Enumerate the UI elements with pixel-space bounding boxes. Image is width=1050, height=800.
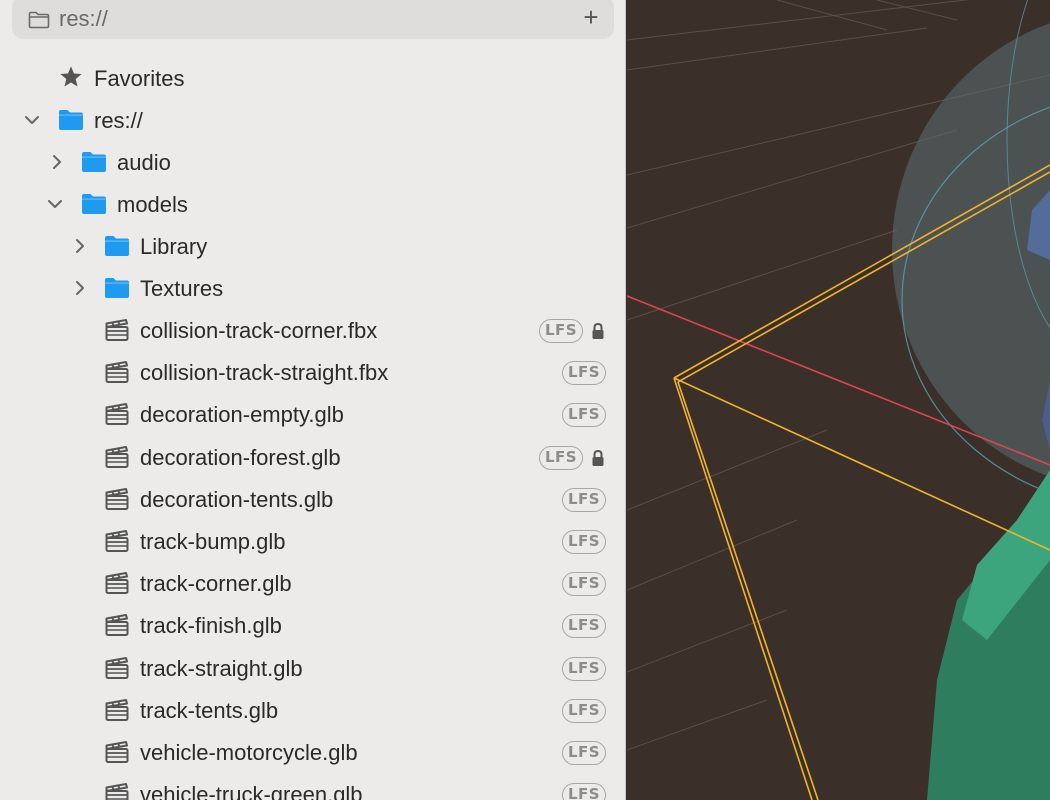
lfs-badge: LFS [562, 572, 607, 597]
chevron-right-icon[interactable] [72, 238, 88, 254]
file-item[interactable]: vehicle-motorcycle.glb LFS [0, 731, 625, 773]
file-name: track-straight.glb [140, 655, 303, 681]
viewport-scene [627, 0, 1050, 800]
add-button[interactable]: + [580, 4, 602, 30]
tree-item-library[interactable]: Library [0, 225, 625, 267]
scene-file-icon [105, 656, 129, 679]
folder-outline-icon [28, 11, 50, 29]
scene-file-icon [105, 572, 129, 595]
chevron-right-icon[interactable] [49, 154, 65, 170]
file-item[interactable]: decoration-forest.glb LFS [0, 436, 625, 478]
file-item[interactable]: track-tents.glb LFS [0, 689, 625, 731]
file-name: track-corner.glb [140, 571, 292, 597]
lfs-badge: LFS [562, 487, 607, 512]
file-name: vehicle-motorcycle.glb [140, 740, 358, 765]
file-name: track-bump.glb [140, 529, 286, 554]
scene-file-icon [105, 403, 129, 426]
file-item[interactable]: track-finish.glb LFS [0, 604, 625, 646]
file-name: track-finish.glb [140, 613, 282, 639]
lfs-badge: LFS [539, 445, 584, 470]
file-name: decoration-tents.glb [140, 486, 334, 512]
lfs-badge: LFS [539, 319, 584, 343]
chevron-right-icon[interactable] [72, 280, 88, 296]
lfs-badge: LFS [562, 530, 607, 554]
folder-icon [82, 152, 106, 172]
file-name: decoration-forest.glb [140, 444, 341, 470]
scene-file-icon [105, 741, 129, 763]
file-item[interactable]: collision-track-straight.fbx LFS [0, 351, 625, 393]
filesystem-panel: res:// + Favorites res:// audio models L… [0, 0, 626, 800]
file-item[interactable]: track-bump.glb LFS [0, 520, 625, 562]
folder-icon [82, 194, 106, 214]
lfs-badge: LFS [562, 698, 607, 723]
tree-item-label: Textures [140, 276, 224, 301]
scene-file-icon [105, 487, 129, 510]
lock-icon [592, 322, 604, 339]
tree-item-favorites[interactable]: Favorites [0, 57, 625, 99]
tree-item-label: Favorites [94, 66, 185, 91]
lock-icon [592, 449, 604, 466]
lfs-badge: LFS [562, 656, 607, 681]
lfs-badge: LFS [562, 403, 607, 428]
scene-file-icon [105, 319, 129, 341]
chevron-down-icon[interactable] [24, 112, 40, 128]
folder-icon [105, 278, 129, 298]
tree-item-label: Library [140, 234, 208, 259]
tree-item-models[interactable]: models [0, 183, 625, 225]
file-item[interactable]: track-straight.glb LFS [0, 647, 625, 689]
file-name: track-tents.glb [140, 697, 279, 723]
file-name: vehicle-truck-green.glb [140, 782, 363, 800]
scene-file-icon [105, 361, 129, 384]
tree-item-audio[interactable]: audio [0, 141, 625, 183]
3d-viewport[interactable] [627, 0, 1050, 800]
scene-file-icon [105, 445, 129, 468]
path-text: res:// [59, 6, 108, 31]
path-bar[interactable]: res:// + [12, 0, 614, 39]
file-item[interactable]: vehicle-truck-green.glb LFS [0, 773, 625, 800]
lfs-badge: LFS [562, 783, 607, 800]
chevron-down-icon[interactable] [47, 196, 63, 212]
scene-file-icon [105, 783, 129, 800]
file-item[interactable]: decoration-empty.glb LFS [0, 393, 625, 435]
scene-file-icon [105, 614, 129, 637]
tree-item-root[interactable]: res:// [0, 99, 625, 141]
file-item[interactable]: track-corner.glb LFS [0, 562, 625, 604]
file-item[interactable]: collision-track-corner.fbx LFS [0, 309, 625, 351]
lfs-badge: LFS [562, 614, 607, 639]
star-icon [60, 66, 82, 87]
lfs-badge: LFS [562, 741, 607, 765]
file-name: collision-track-straight.fbx [140, 360, 389, 386]
lfs-badge: LFS [562, 361, 607, 386]
tree-item-label: audio [117, 150, 171, 175]
file-item[interactable]: decoration-tents.glb LFS [0, 478, 625, 520]
folder-icon [59, 110, 83, 130]
file-name: collision-track-corner.fbx [140, 318, 378, 343]
tree-item-label: models [117, 192, 188, 217]
tree-item-label: res:// [94, 108, 143, 133]
scene-file-icon [105, 530, 129, 552]
object-gizmo-sphere [892, 23, 1050, 477]
scene-file-icon [105, 698, 129, 721]
file-name: decoration-empty.glb [140, 402, 344, 428]
folder-icon [105, 236, 129, 256]
tree-item-textures[interactable]: Textures [0, 267, 625, 309]
